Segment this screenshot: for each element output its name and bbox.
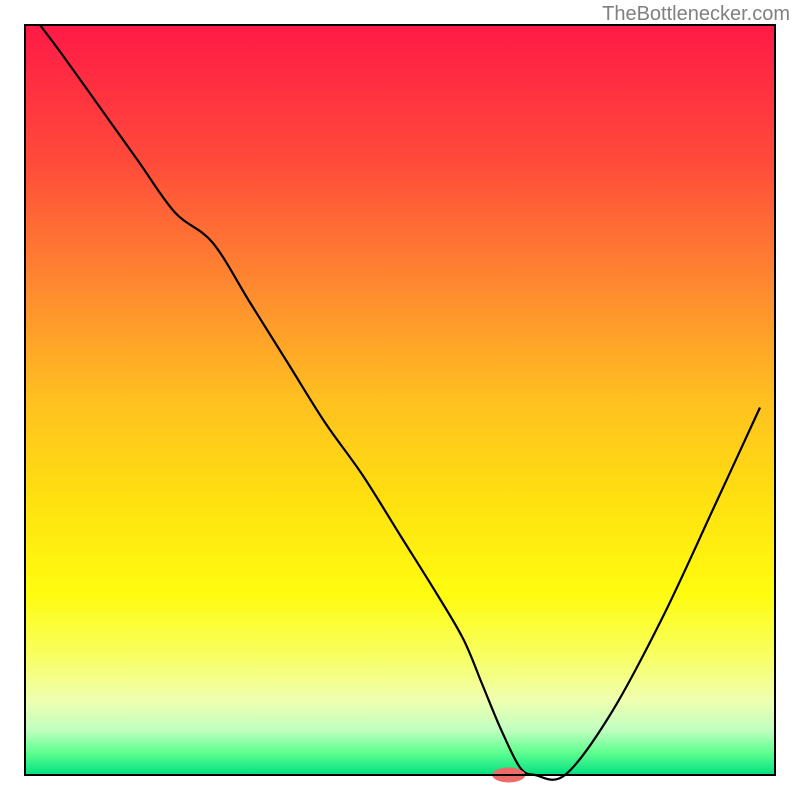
bottleneck-chart: TheBottlenecker.com <box>0 0 800 800</box>
watermark-text: TheBottlenecker.com <box>602 3 790 25</box>
chart-background <box>25 25 775 775</box>
